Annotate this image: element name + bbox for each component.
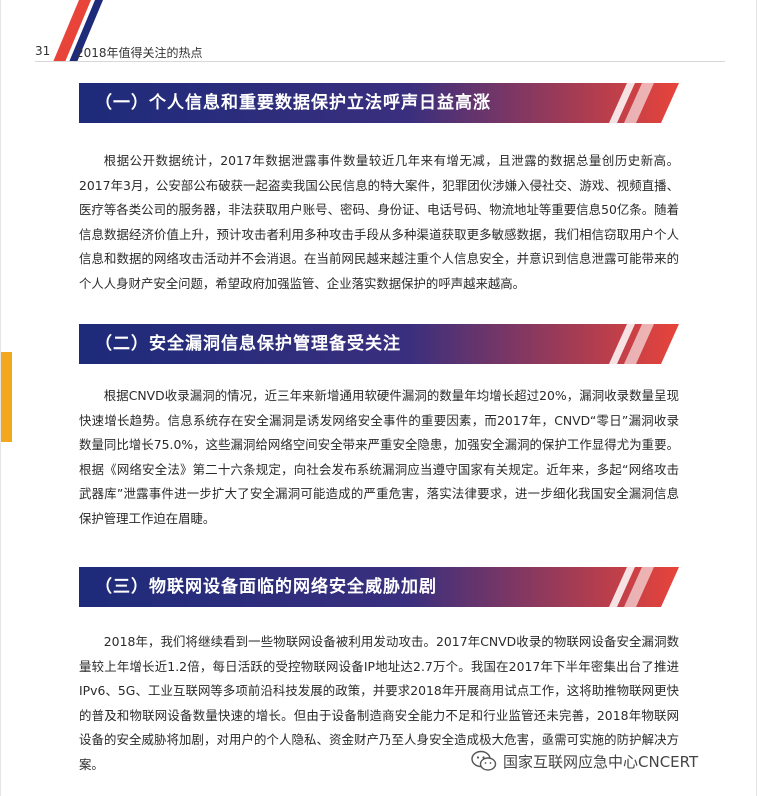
page-header: 31 2018年值得关注的热点 xyxy=(1,0,756,62)
section-banner-2: （二）安全漏洞信息保护管理备受关注 xyxy=(79,324,679,364)
watermark-text: 国家互联网应急中心CNCERT xyxy=(503,752,699,771)
wechat-icon xyxy=(471,750,497,771)
section-banner-1: （一）个人信息和重要数据保护立法呼声日益高涨 xyxy=(79,83,679,123)
page-number: 31 xyxy=(35,44,51,58)
running-title: 2018年值得关注的热点 xyxy=(76,46,203,60)
section-paragraph-2: 根据CNVD收录漏洞的情况，近三年来新增通用软硬件漏洞的数量年均增长超过20%，… xyxy=(79,388,679,526)
document-page: 31 2018年值得关注的热点 （一）个人信息和重要数据保护立法呼声日益高涨 根… xyxy=(0,0,757,796)
section-paragraph-1: 根据公开数据统计，2017年数据泄露事件数量较近几年来有增无减，且泄露的数据总量… xyxy=(79,153,679,291)
section-title: （一）个人信息和重要数据保护立法呼声日益高涨 xyxy=(95,93,491,113)
side-tab-marker xyxy=(1,352,12,442)
section-banner-3: （三）物联网设备面临的网络安全威胁加剧 xyxy=(79,567,679,607)
section-title: （三）物联网设备面临的网络安全威胁加剧 xyxy=(95,577,437,597)
section-title: （二）安全漏洞信息保护管理备受关注 xyxy=(95,334,401,354)
wechat-watermark: 国家互联网应急中心CNCERT xyxy=(471,748,698,774)
header-divider xyxy=(35,61,725,62)
